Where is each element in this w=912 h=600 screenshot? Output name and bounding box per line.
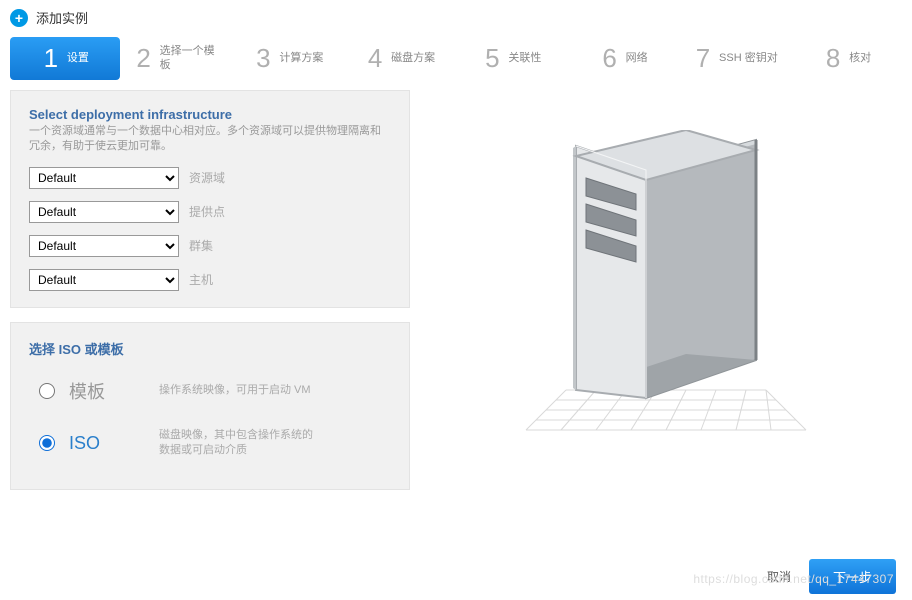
- cancel-button[interactable]: 取消: [767, 568, 791, 585]
- step-number: 8: [823, 43, 843, 74]
- zone-label: 资源域: [189, 169, 225, 186]
- host-select[interactable]: Default: [29, 269, 179, 291]
- pod-row: Default 提供点: [29, 201, 391, 223]
- cluster-label: 群集: [189, 237, 213, 254]
- step-2-template[interactable]: 2 选择一个模板: [122, 37, 232, 80]
- wizard-content: Select deployment infrastructure 一个资源域通常…: [0, 90, 912, 504]
- wizard-header: + 添加实例: [0, 0, 912, 33]
- step-number: 6: [600, 43, 620, 74]
- step-6-network[interactable]: 6 网络: [569, 37, 679, 80]
- next-button[interactable]: 下一步: [809, 559, 896, 594]
- iso-template-panel: 选择 ISO 或模板 模板 操作系统映像，可用于启动 VM ISO 磁盘映像，其…: [10, 322, 410, 490]
- pod-select[interactable]: Default: [29, 201, 179, 223]
- step-number: 7: [693, 43, 713, 74]
- step-3-compute[interactable]: 3 计算方案: [234, 37, 344, 80]
- step-label: SSH 密钥对: [719, 52, 778, 65]
- step-4-disk[interactable]: 4 磁盘方案: [345, 37, 455, 80]
- iso-radio[interactable]: [39, 435, 55, 451]
- wizard-footer: 取消 下一步: [0, 549, 912, 600]
- step-label: 计算方案: [279, 52, 323, 65]
- step-label: 网络: [626, 52, 648, 65]
- zone-row: Default 资源域: [29, 167, 391, 189]
- iso-radio-desc: 磁盘映像，其中包含操作系统的数据或可启动介质: [159, 428, 319, 459]
- step-number: 3: [253, 43, 273, 74]
- cluster-select[interactable]: Default: [29, 235, 179, 257]
- step-number: 4: [365, 43, 385, 74]
- template-radio-desc: 操作系统映像，可用于启动 VM: [159, 383, 311, 398]
- template-radio-label: 模板: [69, 378, 159, 404]
- step-label: 关联性: [508, 52, 541, 65]
- form-column: Select deployment infrastructure 一个资源域通常…: [10, 90, 410, 504]
- host-row: Default 主机: [29, 269, 391, 291]
- step-5-affinity[interactable]: 5 关联性: [457, 37, 567, 80]
- zone-select[interactable]: Default: [29, 167, 179, 189]
- step-number: 2: [134, 43, 154, 74]
- server-tower-icon: [501, 130, 831, 440]
- step-label: 磁盘方案: [391, 52, 435, 65]
- panel-title: Select deployment infrastructure: [29, 107, 391, 122]
- template-option[interactable]: 模板 操作系统映像，可用于启动 VM: [29, 368, 391, 418]
- pod-label: 提供点: [189, 203, 225, 220]
- host-label: 主机: [189, 271, 213, 288]
- iso-radio-label: ISO: [69, 433, 159, 454]
- step-7-sshkey[interactable]: 7 SSH 密钥对: [681, 37, 791, 80]
- wizard-title: 添加实例: [36, 8, 88, 27]
- step-number: 1: [41, 43, 61, 74]
- plus-icon: +: [10, 9, 28, 27]
- illustration-column: [430, 90, 902, 504]
- panel-description: 一个资源域通常与一个数据中心相对应。多个资源域可以提供物理隔离和冗余，有助于使云…: [29, 124, 391, 155]
- template-radio[interactable]: [39, 383, 55, 399]
- step-label: 设置: [67, 52, 89, 65]
- step-1-settings[interactable]: 1 设置: [10, 37, 120, 80]
- step-label: 核对: [849, 52, 871, 65]
- step-number: 5: [482, 43, 502, 74]
- cluster-row: Default 群集: [29, 235, 391, 257]
- iso-option[interactable]: ISO 磁盘映像，其中包含操作系统的数据或可启动介质: [29, 418, 391, 473]
- panel-title: 选择 ISO 或模板: [29, 339, 391, 358]
- infrastructure-panel: Select deployment infrastructure 一个资源域通常…: [10, 90, 410, 308]
- step-label: 选择一个模板: [160, 45, 220, 71]
- wizard-steps: 1 设置 2 选择一个模板 3 计算方案 4 磁盘方案 5 关联性 6 网络 7…: [0, 33, 912, 90]
- step-8-review[interactable]: 8 核对: [792, 37, 902, 80]
